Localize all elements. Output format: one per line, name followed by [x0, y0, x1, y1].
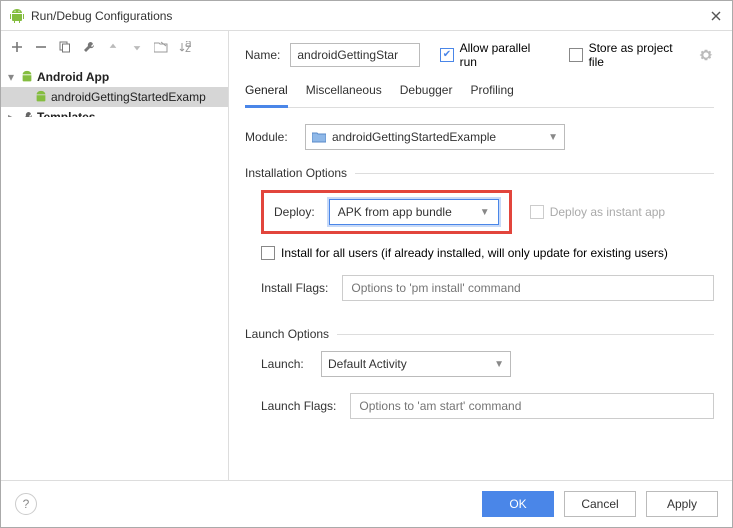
help-button[interactable]: ? [15, 493, 37, 515]
install-flags-input[interactable] [342, 275, 714, 301]
tree-label: Templates [37, 110, 95, 117]
apply-button[interactable]: Apply [646, 491, 718, 517]
name-input[interactable] [290, 43, 420, 67]
install-flags-label: Install Flags: [261, 281, 328, 295]
checkbox-label: Install for all users (if already instal… [281, 246, 668, 260]
module-select[interactable]: androidGettingStartedExample ▼ [305, 124, 565, 150]
module-value: androidGettingStartedExample [332, 130, 496, 144]
tree-node-android-app[interactable]: ▾ Android App [1, 67, 228, 87]
android-icon [33, 89, 49, 105]
android-icon [19, 69, 35, 85]
name-label: Name: [245, 48, 280, 62]
window-title: Run/Debug Configurations [31, 9, 708, 23]
tab-debugger[interactable]: Debugger [400, 83, 453, 107]
folder-icon[interactable] [151, 37, 171, 57]
tab-miscellaneous[interactable]: Miscellaneous [306, 83, 382, 107]
launch-flags-label: Launch Flags: [261, 399, 336, 413]
allow-parallel-checkbox[interactable]: Allow parallel run [440, 41, 545, 69]
deploy-label: Deploy: [274, 205, 315, 219]
tree-node-config-selected[interactable]: androidGettingStartedExamp [1, 87, 228, 107]
remove-icon[interactable] [31, 37, 51, 57]
chevron-down-icon: ▼ [480, 207, 490, 218]
module-icon [312, 131, 326, 143]
checkbox-label: Deploy as instant app [550, 205, 665, 219]
cancel-button[interactable]: Cancel [564, 491, 636, 517]
launch-value: Default Activity [328, 357, 494, 371]
deploy-instant-app-checkbox: Deploy as instant app [530, 205, 665, 219]
deploy-highlight: Deploy: APK from app bundle ▼ [261, 190, 512, 234]
expand-icon[interactable]: ▾ [5, 70, 17, 84]
tab-profiling[interactable]: Profiling [470, 83, 513, 107]
wrench-icon [19, 109, 35, 117]
add-icon[interactable] [7, 37, 27, 57]
module-label: Module: [245, 130, 305, 144]
android-logo-icon [9, 8, 25, 24]
chevron-down-icon: ▼ [548, 132, 558, 143]
launch-label: Launch: [261, 357, 321, 371]
svg-text:z: z [185, 41, 191, 53]
launch-select[interactable]: Default Activity ▼ [321, 351, 511, 377]
close-icon[interactable] [708, 8, 724, 24]
down-icon[interactable] [127, 37, 147, 57]
launch-flags-input[interactable] [350, 393, 714, 419]
checkbox-label: Store as project file [589, 41, 685, 69]
expand-icon[interactable]: ▸ [5, 110, 17, 117]
tab-general[interactable]: General [245, 83, 288, 108]
tree-label: Android App [37, 70, 109, 84]
up-icon[interactable] [103, 37, 123, 57]
tree-label: androidGettingStartedExamp [51, 90, 206, 104]
section-launch: Launch Options [245, 327, 329, 341]
section-installation: Installation Options [245, 166, 347, 180]
checkbox-label: Allow parallel run [460, 41, 546, 69]
config-toolbar: az [1, 31, 228, 65]
wrench-icon[interactable] [79, 37, 99, 57]
sort-icon[interactable]: az [175, 37, 195, 57]
deploy-select[interactable]: APK from app bundle ▼ [329, 199, 499, 225]
store-as-project-checkbox[interactable]: Store as project file [569, 41, 685, 69]
chevron-down-icon: ▼ [494, 359, 504, 370]
tree-node-templates[interactable]: ▸ Templates [1, 107, 228, 117]
gear-icon[interactable] [699, 47, 714, 63]
install-all-users-checkbox[interactable]: Install for all users (if already instal… [261, 246, 668, 260]
deploy-value: APK from app bundle [338, 205, 480, 219]
ok-button[interactable]: OK [482, 491, 554, 517]
copy-icon[interactable] [55, 37, 75, 57]
